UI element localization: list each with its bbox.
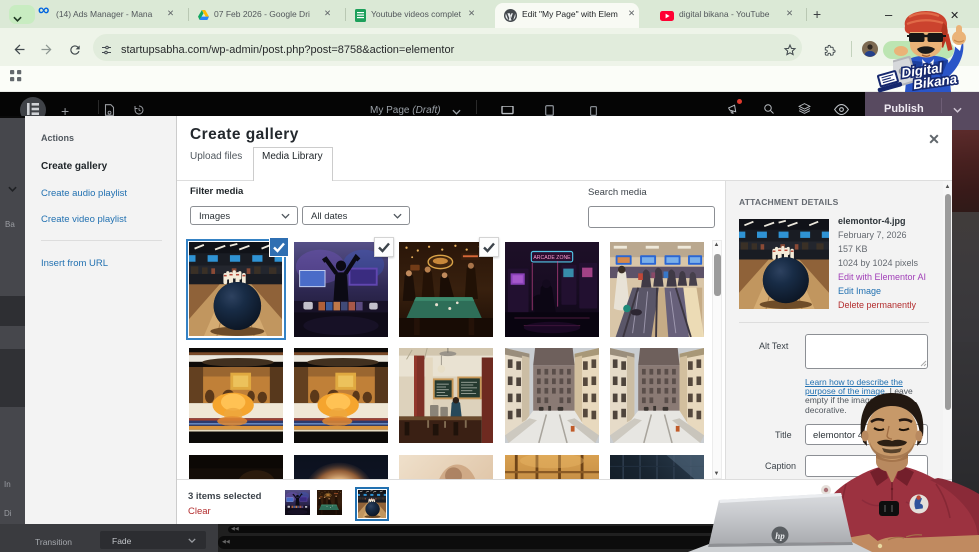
svg-text:hp: hp bbox=[775, 531, 785, 541]
